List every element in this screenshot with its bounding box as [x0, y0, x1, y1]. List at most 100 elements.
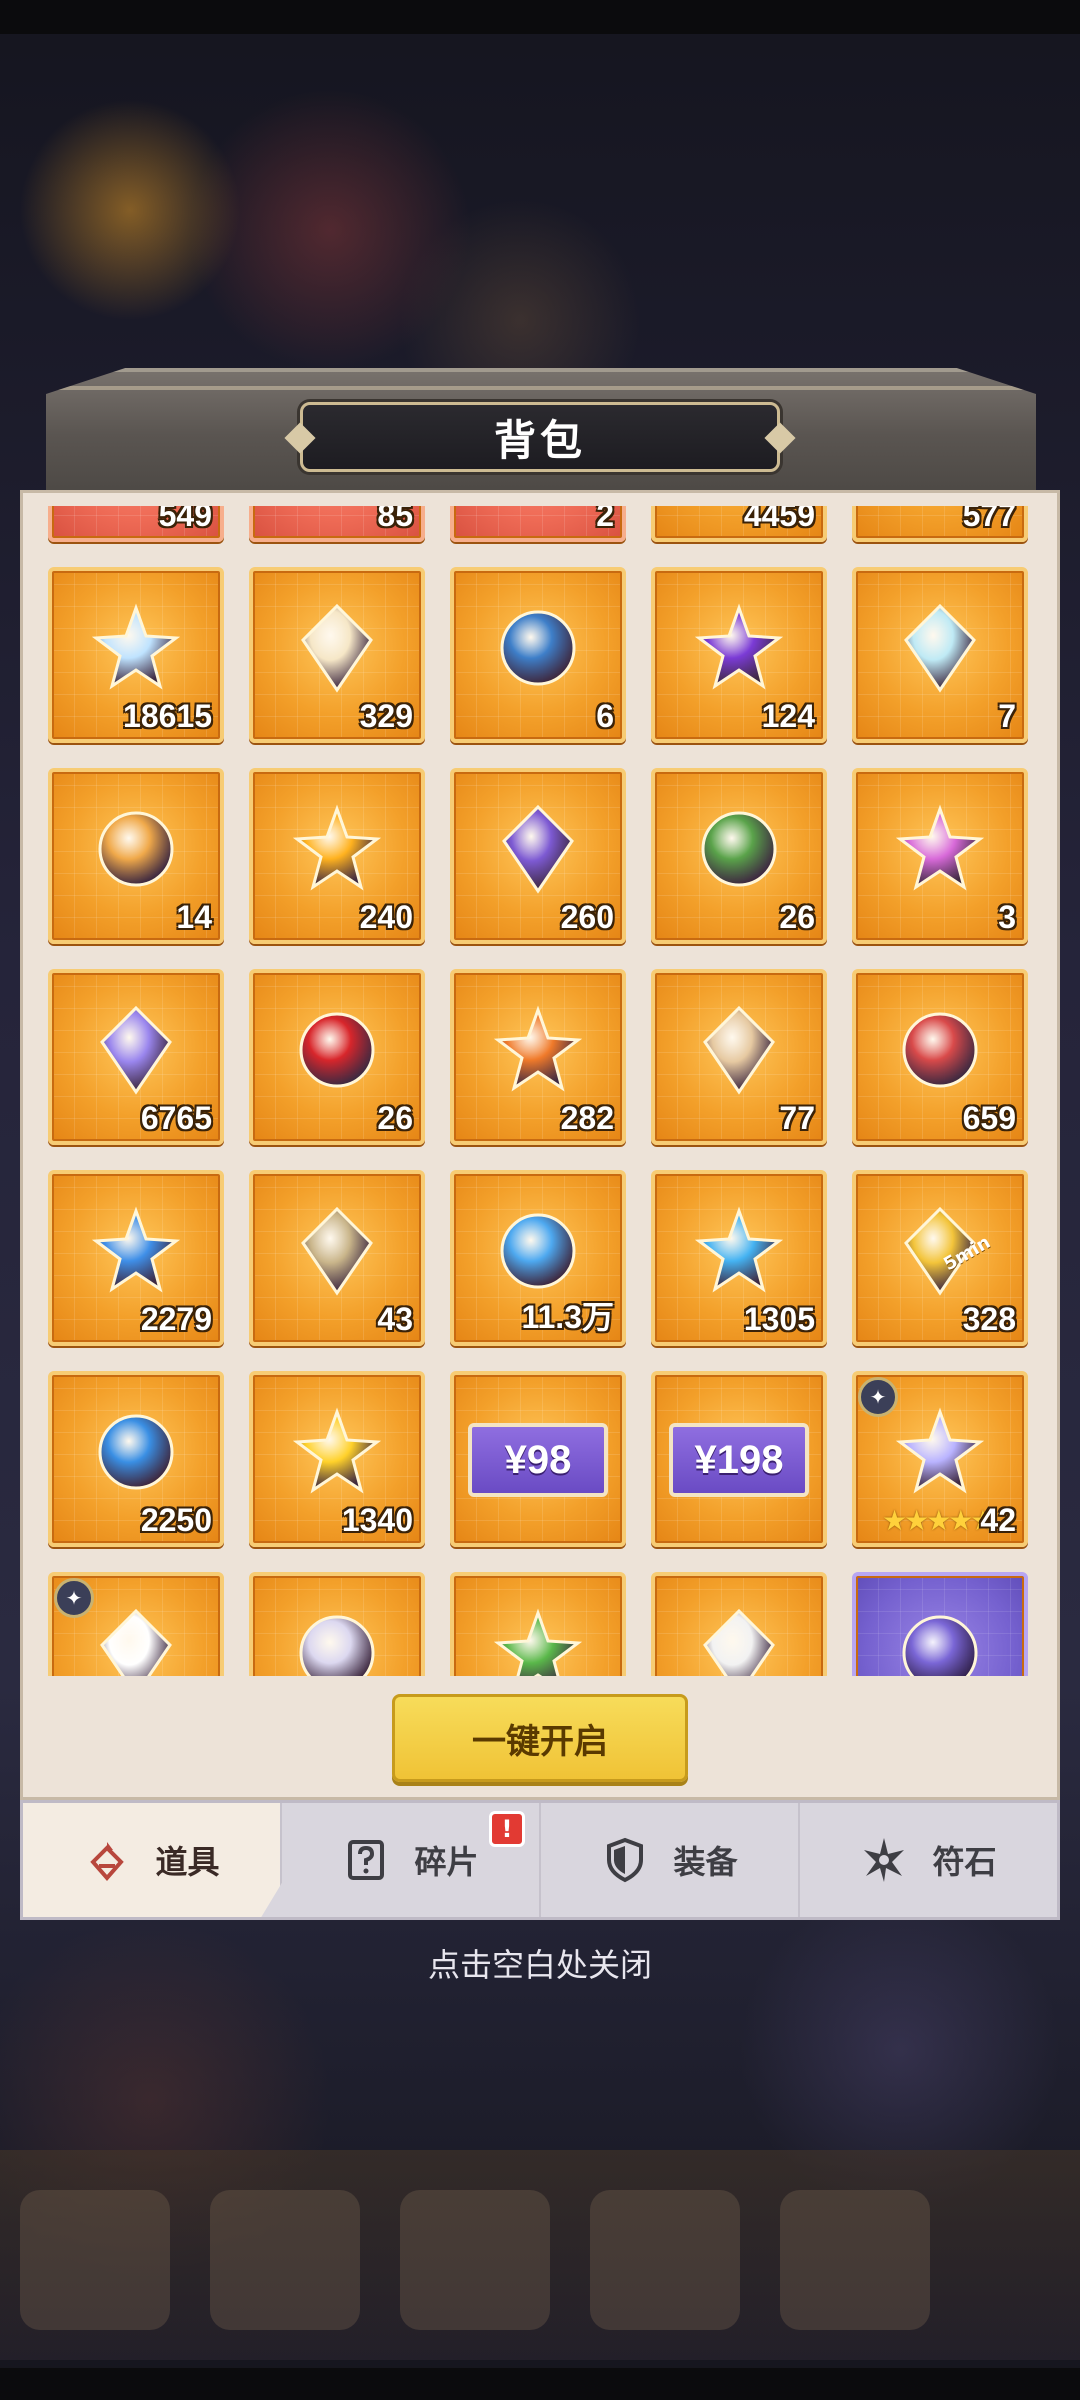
- title-plate: 背包: [284, 402, 796, 472]
- tab-items[interactable]: 道具: [23, 1803, 282, 1917]
- inventory-item[interactable]: 14: [48, 768, 224, 944]
- tab-fragments-label: 碎片: [414, 1843, 479, 1881]
- inventory-item[interactable]: ¥198: [651, 1371, 827, 1547]
- puzzle-piece-icon: [490, 801, 586, 897]
- red-flame-crown-icon: [289, 1002, 385, 1098]
- inventory-item[interactable]: 282: [450, 969, 626, 1145]
- inventory-item[interactable]: 85: [249, 506, 425, 542]
- item-count: 26: [377, 1100, 413, 1136]
- item-count: 240: [359, 899, 413, 935]
- item-count: 77: [779, 1100, 815, 1136]
- tab-runes[interactable]: 符石: [800, 1803, 1057, 1917]
- hero-silhouette-icon: [892, 1404, 988, 1500]
- amber-crystal-icon: [289, 801, 385, 897]
- item-count: 577: [962, 506, 1016, 533]
- map-scroll-icon: [691, 1002, 787, 1098]
- rainbow-drop-icon: [88, 600, 184, 696]
- inventory-item[interactable]: 4459: [651, 506, 827, 542]
- inventory-item[interactable]: ¥98: [450, 1371, 626, 1547]
- inventory-item[interactable]: [852, 1572, 1028, 1676]
- item-count: 2279: [140, 1301, 212, 1337]
- inventory-item[interactable]: 7: [852, 567, 1028, 743]
- silver-crystal-icon: [289, 1605, 385, 1676]
- inventory-item[interactable]: 26: [651, 768, 827, 944]
- pink-rune-crystal-icon: [892, 801, 988, 897]
- inventory-item[interactable]: 124: [651, 567, 827, 743]
- inventory-item[interactable]: 2: [450, 506, 626, 542]
- navigation-bar: [0, 2368, 1080, 2400]
- purple-planet-icon: [691, 600, 787, 696]
- item-count: 329: [359, 698, 413, 734]
- item-count: 659: [962, 1100, 1016, 1136]
- inventory-item[interactable]: 1305: [651, 1170, 827, 1346]
- item-count: 6765: [140, 1100, 212, 1136]
- inventory-item[interactable]: 240: [249, 768, 425, 944]
- canned-food-icon: [892, 1002, 988, 1098]
- blue-crystal-pedestal-icon: [88, 1404, 184, 1500]
- blue-gem-rock-icon: [88, 1203, 184, 1299]
- star-rating: ★★★★★: [882, 1504, 996, 1537]
- inventory-item[interactable]: 577: [852, 506, 1028, 542]
- tab-equipment[interactable]: 装备: [541, 1803, 800, 1917]
- inventory-item[interactable]: [651, 1572, 827, 1676]
- item-count: 11.3万: [521, 1299, 614, 1335]
- category-tab-bar: 道具 碎片 ! 装备 符石: [20, 1800, 1060, 1920]
- inventory-item[interactable]: 43: [249, 1170, 425, 1346]
- question-fragment-icon: [342, 1836, 390, 1884]
- tab-runes-label: 符石: [932, 1843, 997, 1881]
- inventory-item[interactable]: [249, 1572, 425, 1676]
- inventory-item[interactable]: 2279: [48, 1170, 224, 1346]
- inventory-item[interactable]: 26: [249, 969, 425, 1145]
- status-bar: [0, 0, 1080, 34]
- item-count: 6: [596, 698, 614, 734]
- item-count: 328: [962, 1301, 1016, 1337]
- crossed-crystals-icon: [88, 1002, 184, 1098]
- blurred-bottom-menu: [0, 2150, 1080, 2360]
- inventory-item[interactable]: 3: [852, 768, 1028, 944]
- open-all-button[interactable]: 一键开启: [392, 1694, 688, 1782]
- inventory-item[interactable]: ✦: [48, 1572, 224, 1676]
- inventory-item[interactable]: 6: [450, 567, 626, 743]
- white-orb-icon: [88, 1605, 184, 1676]
- crystal-flower-icon: [289, 600, 385, 696]
- tab-equipment-label: 装备: [673, 1843, 738, 1881]
- panel-title: 背包: [493, 415, 586, 465]
- inventory-item[interactable]: 5min 328: [852, 1170, 1028, 1346]
- item-count: 124: [761, 698, 815, 734]
- inventory-item[interactable]: 549: [48, 506, 224, 542]
- inventory-item[interactable]: ✦ ★★★★★ 42: [852, 1371, 1028, 1547]
- price-card-icon: ¥98: [468, 1423, 608, 1497]
- ice-star-icon: [892, 600, 988, 696]
- item-count: 85: [377, 506, 413, 533]
- inventory-item[interactable]: 1340: [249, 1371, 425, 1547]
- close-hint[interactable]: 点击空白处关闭: [0, 1940, 1080, 1986]
- rune-star-icon: [860, 1836, 908, 1884]
- item-count: 7: [998, 698, 1016, 734]
- inventory-item[interactable]: 11.3万: [450, 1170, 626, 1346]
- orange-orb-lotus-icon: [490, 1002, 586, 1098]
- inventory-item[interactable]: [450, 1572, 626, 1676]
- item-count: 43: [377, 1301, 413, 1337]
- ancient-scroll-icon: [289, 1203, 385, 1299]
- inventory-item[interactable]: 2250: [48, 1371, 224, 1547]
- inventory-item[interactable]: 6765: [48, 969, 224, 1145]
- inventory-item[interactable]: 659: [852, 969, 1028, 1145]
- price-card-icon: ¥198: [669, 1423, 809, 1497]
- hero-class-badge-icon: ✦: [54, 1578, 94, 1618]
- tab-fragments[interactable]: 碎片 !: [282, 1803, 541, 1917]
- inventory-item[interactable]: 18615: [48, 567, 224, 743]
- item-count: 42: [980, 1502, 1016, 1538]
- item-count: 26: [779, 899, 815, 935]
- alert-badge: !: [489, 1811, 525, 1847]
- inventory-item[interactable]: 329: [249, 567, 425, 743]
- item-bag-icon: [83, 1836, 131, 1884]
- shield-icon: [601, 1836, 649, 1884]
- item-count: 1305: [743, 1301, 815, 1337]
- inventory-item[interactable]: 260: [450, 768, 626, 944]
- green-serpent-icon: [490, 1605, 586, 1676]
- hero-class-badge-icon: ✦: [858, 1377, 898, 1417]
- purple-emblem-icon: [892, 1605, 988, 1676]
- inventory-item[interactable]: 77: [651, 969, 827, 1145]
- blue-potion-icon: [691, 1203, 787, 1299]
- inventory-grid-viewport[interactable]: 549 85 2 4459 577 18615 329 6 124 7 14 240 260 26 3 676…: [20, 506, 1060, 1676]
